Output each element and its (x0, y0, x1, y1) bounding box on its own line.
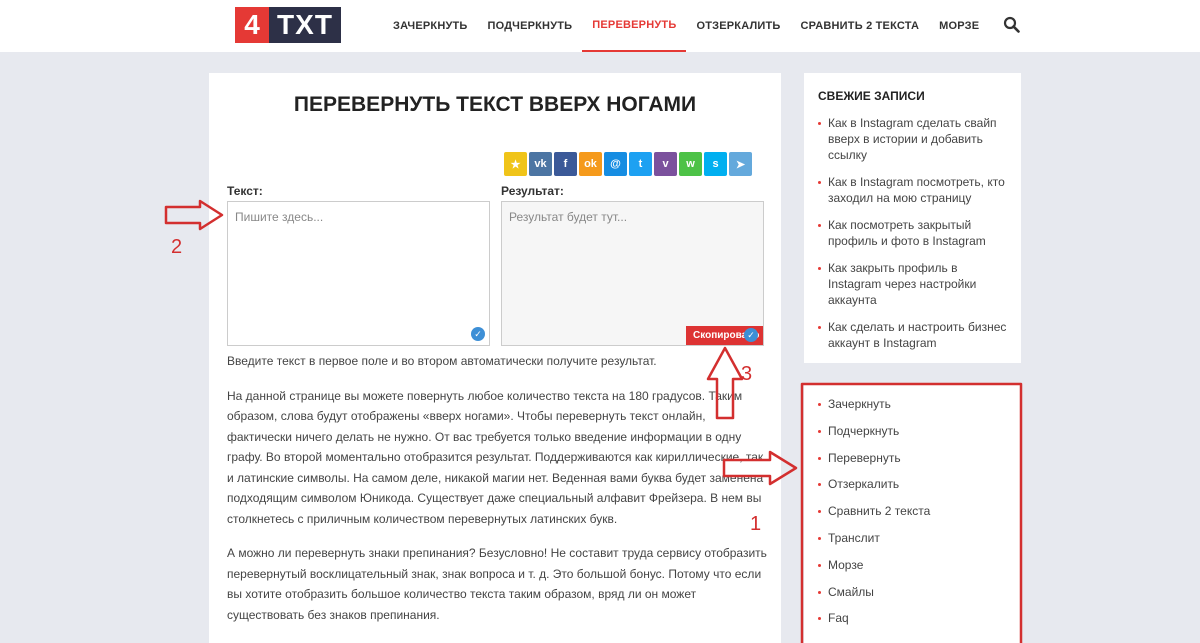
article-text: Введите текст в первое поле и во втором … (227, 351, 767, 639)
nav-item-strikethrough[interactable]: ЗАЧЕРКНУТЬ (383, 0, 478, 52)
recent-post-link[interactable]: Как в Instagram сделать свайп вверх в ис… (818, 115, 1013, 163)
facebook-icon[interactable]: f (554, 152, 577, 176)
recent-post-link[interactable]: Как в Instagram посмотреть, кто заходил … (818, 174, 1013, 206)
tools-link-underline[interactable]: Подчеркнуть (818, 423, 930, 450)
tools-link-faq[interactable]: Faq (818, 610, 930, 637)
logo-text: TXT (269, 7, 341, 43)
tools-link-morse[interactable]: Морзе (818, 557, 930, 584)
tools-link-flip[interactable]: Перевернуть (818, 450, 930, 477)
tools-link-compare[interactable]: Сравнить 2 текста (818, 503, 930, 530)
tools-menu-list: Зачеркнуть Подчеркнуть Перевернуть Отзер… (818, 396, 930, 637)
result-field-wrapper (501, 201, 764, 346)
recent-post-link[interactable]: Как сделать и настроить бизнес аккаунт в… (818, 319, 1013, 351)
site-header: 4 TXT ЗАЧЕРКНУТЬ ПОДЧЕРКНУТЬ ПЕРЕВЕРНУТЬ… (0, 0, 1200, 52)
result-output[interactable] (502, 202, 763, 345)
annotation-label-2: 2 (171, 236, 183, 258)
nav-item-compare[interactable]: СРАВНИТЬ 2 ТЕКСТА (791, 0, 930, 52)
skype-icon[interactable]: s (704, 152, 727, 176)
article-paragraph: На данной странице вы можете повернуть л… (227, 388, 764, 526)
tools-menu-widget: Зачеркнуть Подчеркнуть Перевернуть Отзер… (804, 383, 1021, 643)
copied-check-icon: ✓ (744, 328, 758, 342)
tools-link-mirror[interactable]: Отзеркалить (818, 476, 930, 503)
article-paragraph: Введите текст в первое поле и во втором … (227, 354, 657, 368)
share-buttons: ★ vk f ok @ t v w s ➤ (504, 152, 752, 176)
tools-link-smileys[interactable]: Смайлы (818, 584, 930, 611)
tools-link-strikethrough[interactable]: Зачеркнуть (818, 396, 930, 423)
input-label: Текст: (227, 184, 263, 198)
result-label: Результат: (501, 184, 564, 198)
nav-item-flip[interactable]: ПЕРЕВЕРНУТЬ (582, 0, 687, 52)
main-content: ПЕРЕВЕРНУТЬ ТЕКСТ ВВЕРХ НОГАМИ ★ vk f ok… (209, 73, 781, 643)
main-nav: ЗАЧЕРКНУТЬ ПОДЧЕРКНУТЬ ПЕРЕВЕРНУТЬ ОТЗЕР… (383, 0, 989, 52)
odnoklassniki-icon[interactable]: ok (579, 152, 602, 176)
article-paragraph: А можно ли перевернуть знаки препинания?… (227, 546, 767, 622)
page-title: ПЕРЕВЕРНУТЬ ТЕКСТ ВВЕРХ НОГАМИ (293, 93, 697, 116)
recent-post-link[interactable]: Как закрыть профиль в Instagram через на… (818, 260, 1013, 308)
recent-posts-widget: СВЕЖИЕ ЗАПИСИ Как в Instagram сделать св… (804, 73, 1021, 363)
tools-link-translit[interactable]: Транслит (818, 530, 930, 557)
nav-item-morse[interactable]: МОРЗЕ (929, 0, 989, 52)
viber-icon[interactable]: v (654, 152, 677, 176)
input-field-wrapper: ✓ (227, 201, 490, 346)
text-input[interactable] (228, 202, 489, 345)
bookmark-star-icon[interactable]: ★ (504, 152, 527, 176)
telegram-icon[interactable]: ➤ (729, 152, 752, 176)
search-icon[interactable] (1003, 16, 1021, 34)
recent-post-link[interactable]: Как посмотреть закрытый профиль и фото в… (818, 217, 1013, 249)
twitter-icon[interactable]: t (629, 152, 652, 176)
recent-posts-list: Как в Instagram сделать свайп вверх в ис… (818, 115, 1013, 362)
nav-item-mirror[interactable]: ОТЗЕРКАЛИТЬ (686, 0, 790, 52)
moimir-icon[interactable]: @ (604, 152, 627, 176)
logo-number: 4 (235, 7, 269, 43)
site-logo[interactable]: 4 TXT (235, 7, 341, 43)
annotation-label-1: 1 (750, 513, 762, 535)
vk-icon[interactable]: vk (529, 152, 552, 176)
checkmark-icon: ✓ (471, 327, 485, 341)
recent-posts-title: СВЕЖИЕ ЗАПИСИ (818, 89, 925, 103)
nav-item-underline[interactable]: ПОДЧЕРКНУТЬ (478, 0, 583, 52)
whatsapp-icon[interactable]: w (679, 152, 702, 176)
annotation-label-3: 3 (741, 363, 753, 385)
